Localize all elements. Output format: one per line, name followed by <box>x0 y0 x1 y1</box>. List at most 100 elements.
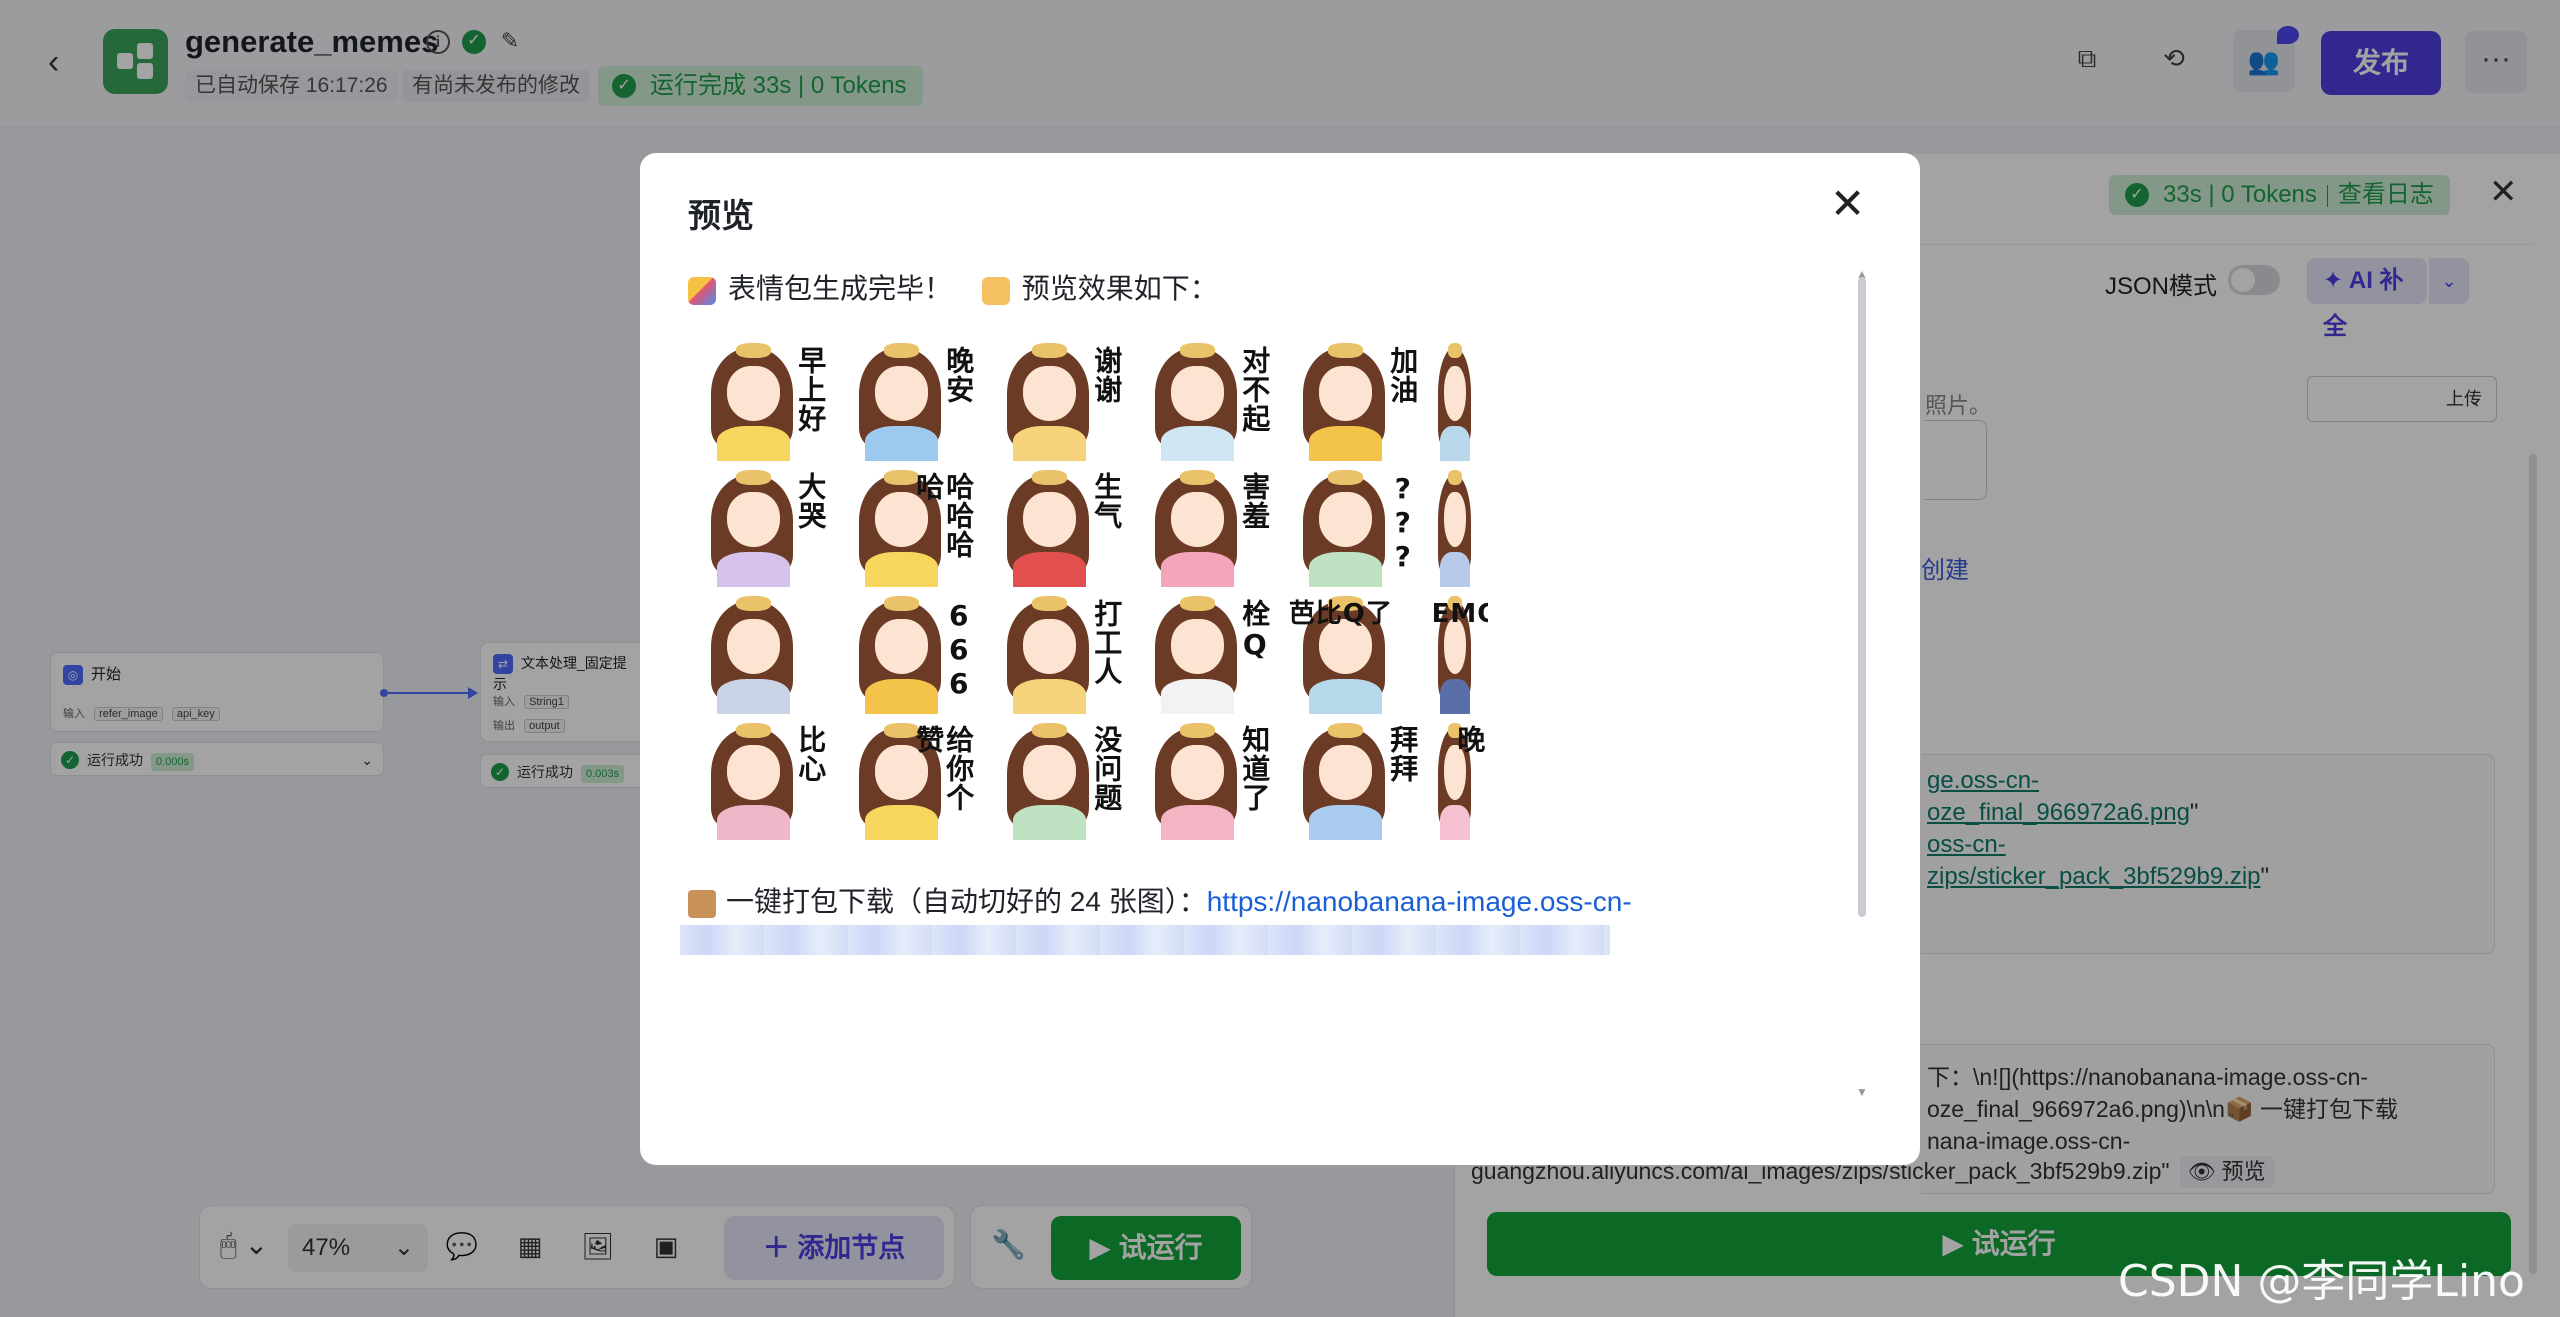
modal-scrollbar[interactable] <box>1858 277 1866 917</box>
sticker-caption: 没问题 <box>1090 725 1124 813</box>
message-text: 表情包生成完毕！ <box>728 273 953 304</box>
sticker-face <box>1023 492 1076 548</box>
sticker <box>688 589 834 714</box>
sticker-bow <box>884 343 920 359</box>
download-link[interactable]: https://nanobanana-image.oss-cn- <box>1207 886 1632 917</box>
sticker-body <box>1013 678 1087 714</box>
sticker-body <box>1013 552 1087 587</box>
close-icon[interactable]: ✕ <box>1830 183 1865 225</box>
sticker-body <box>1161 678 1235 714</box>
sticker-bow <box>1328 343 1364 359</box>
pointing-down-icon <box>981 276 1010 305</box>
sticker-caption: ??? <box>1386 472 1420 575</box>
sticker-caption: EMO <box>1431 598 1488 629</box>
sticker-face <box>1023 365 1076 421</box>
sticker: 害羞 <box>1132 462 1278 587</box>
sticker-caption: 早上好 <box>794 345 828 433</box>
sticker-face <box>1171 618 1224 674</box>
sticker: 栓Q <box>1132 589 1278 714</box>
sticker-body <box>717 805 791 840</box>
sticker-face <box>1171 492 1224 548</box>
sticker-caption: 哈哈哈哈 <box>912 472 976 560</box>
sticker: 晚 <box>1428 715 1488 840</box>
sticker-caption: 比心 <box>794 725 828 784</box>
preview-modal: 预览 ✕ 表情包生成完毕！ 预览效果如下： 早上好 晚安 谢谢 对不起 加油大哭 哈哈哈哈… <box>640 153 1920 1165</box>
sticker-bow <box>736 343 772 359</box>
sticker-caption: 对不起 <box>1238 345 1272 433</box>
download-line: 一键打包下载（自动切好的 24 张图）：https://nanobanana-i… <box>688 880 1632 920</box>
sticker: 打工人 <box>984 589 1130 714</box>
sticker-bow <box>1447 343 1463 359</box>
sticker <box>1428 462 1488 587</box>
sticker-caption: 生气 <box>1090 472 1124 531</box>
sticker-body <box>1440 678 1470 714</box>
sticker: 666 <box>836 589 982 714</box>
sticker-body <box>1309 425 1383 461</box>
sticker: 芭比Q了 <box>1280 589 1426 714</box>
sticker: 知道了 <box>1132 715 1278 840</box>
sticker-bow <box>736 469 772 485</box>
message-text: 预览效果如下： <box>1021 273 1218 304</box>
sticker-caption: 拜拜 <box>1386 725 1420 784</box>
sticker-caption: 加油 <box>1386 345 1420 404</box>
sticker: 晚安 <box>836 336 982 461</box>
sticker-face <box>1444 365 1466 421</box>
sticker: 哈哈哈哈 <box>836 462 982 587</box>
sticker-bow <box>736 722 772 738</box>
sticker-bow <box>1032 343 1068 359</box>
sticker-bow <box>1180 596 1216 612</box>
download-text: 一键打包下载（自动切好的 24 张图）： <box>726 886 1207 917</box>
sticker-face <box>1023 745 1076 801</box>
sticker-face <box>727 492 780 548</box>
sticker-face <box>727 745 780 801</box>
sticker-bow <box>1328 469 1364 485</box>
sticker-body <box>865 552 939 587</box>
sticker-caption: 晚安 <box>942 345 976 404</box>
sticker-caption: 害羞 <box>1238 472 1272 531</box>
sticker-caption: 大哭 <box>794 472 828 531</box>
sticker-caption: 知道了 <box>1238 725 1272 813</box>
sticker: 给你个赞 <box>836 715 982 840</box>
sticker-body <box>1440 805 1470 840</box>
modal-title: 预览 <box>688 197 754 234</box>
sticker-face <box>727 618 780 674</box>
sticker-bow <box>1447 469 1463 485</box>
scroll-down-icon[interactable]: ▼ <box>1856 1085 1868 1099</box>
sticker-face <box>1171 365 1224 421</box>
sticker: 生气 <box>984 462 1130 587</box>
sticker-body <box>717 425 791 461</box>
sticker: 谢谢 <box>984 336 1130 461</box>
sticker-caption: 谢谢 <box>1090 345 1124 404</box>
sticker: 对不起 <box>1132 336 1278 461</box>
sticker: ??? <box>1280 462 1426 587</box>
sticker <box>1428 336 1488 461</box>
package-icon <box>688 889 716 918</box>
sticker-face <box>1444 492 1466 548</box>
sticker-face <box>875 618 928 674</box>
modal-message: 表情包生成完毕！ 预览效果如下： <box>688 267 1218 307</box>
sticker-face <box>875 365 928 421</box>
sticker-bow <box>1180 343 1216 359</box>
sticker-grid-image: 早上好 晚安 谢谢 对不起 加油大哭 哈哈哈哈 生气 害羞??? 666 打工人 栓Q 芭比Q了 EMO… <box>688 336 1488 840</box>
sticker-face <box>1319 365 1372 421</box>
sticker-bow <box>736 596 772 612</box>
sticker-caption: 芭比Q了 <box>1288 598 1393 629</box>
sticker: 比心 <box>688 715 834 840</box>
sticker-face <box>1319 492 1372 548</box>
sticker-caption: 666 <box>942 598 976 701</box>
sticker-face <box>1023 618 1076 674</box>
sticker-body <box>1440 425 1470 461</box>
sticker-body <box>1013 805 1087 840</box>
sticker-body <box>1161 805 1235 840</box>
sticker-bow <box>1032 722 1068 738</box>
sticker-body <box>1013 425 1087 461</box>
sticker-body <box>1309 805 1383 840</box>
sticker-bow <box>884 596 920 612</box>
party-popper-icon <box>688 276 716 305</box>
sticker-face <box>1171 745 1224 801</box>
sticker-body <box>865 425 939 461</box>
sticker: 拜拜 <box>1280 715 1426 840</box>
sticker: 没问题 <box>984 715 1130 840</box>
sticker-face <box>727 365 780 421</box>
sticker-body <box>1161 552 1235 587</box>
